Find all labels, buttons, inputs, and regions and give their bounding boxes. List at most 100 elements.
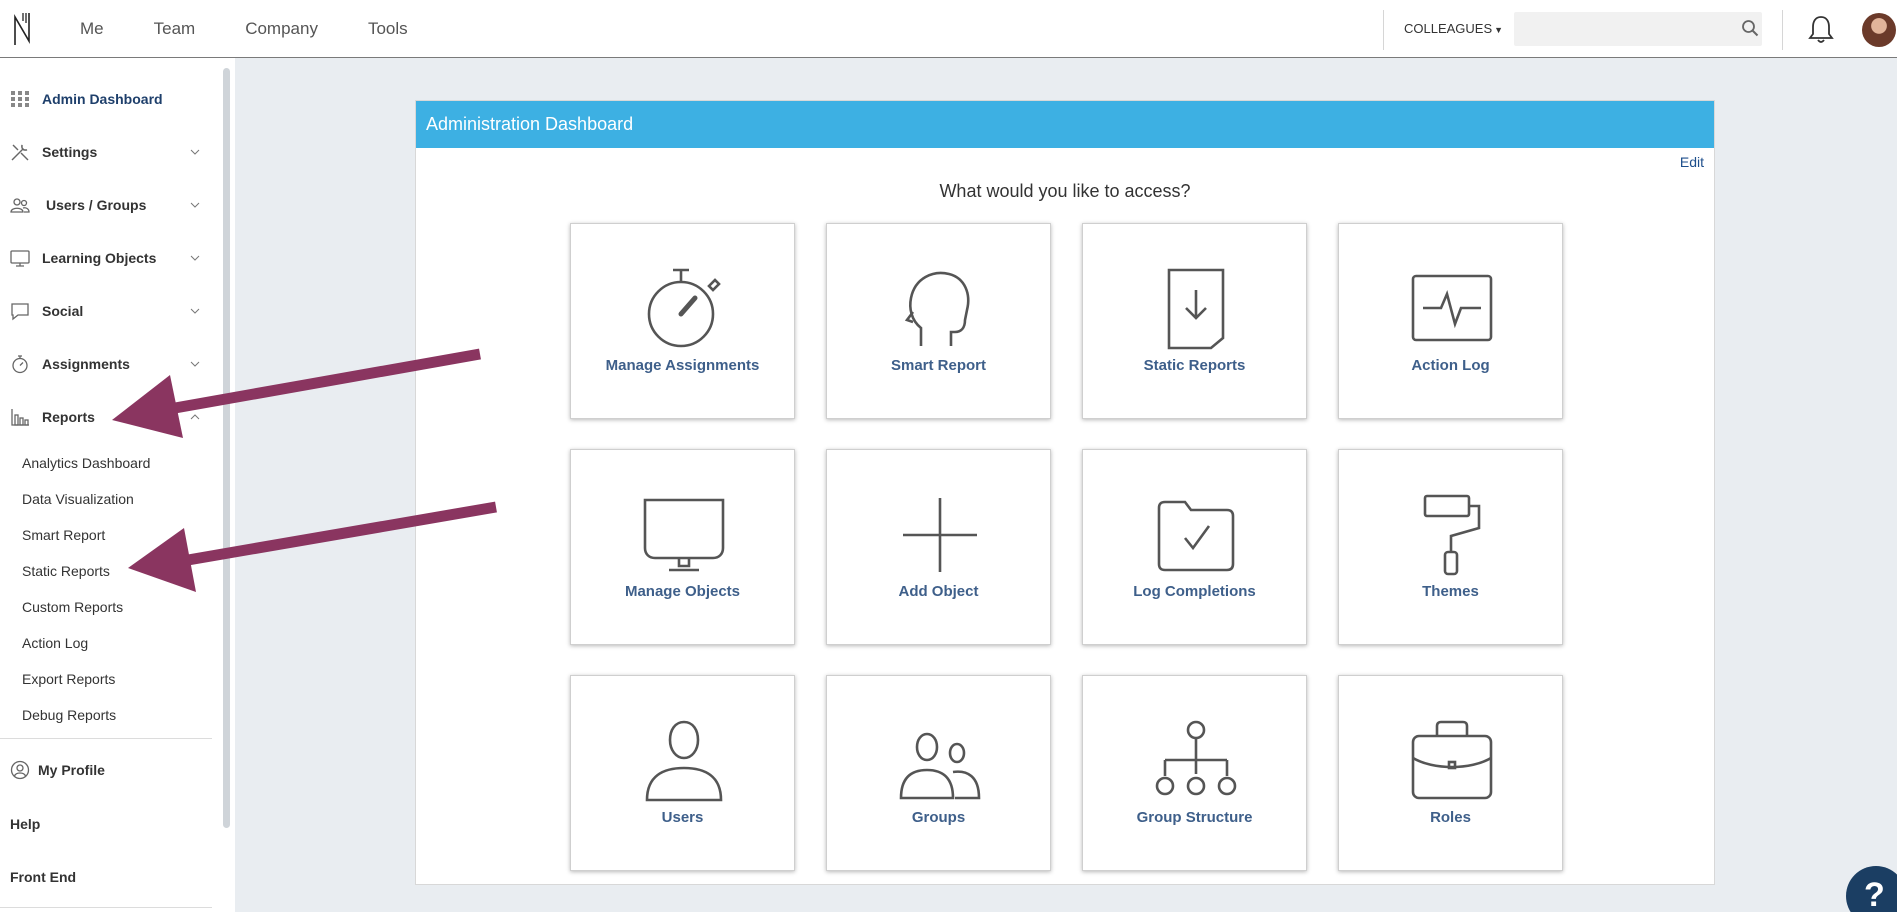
tile-users[interactable]: Users xyxy=(570,675,795,871)
edit-link[interactable]: Edit xyxy=(1680,154,1704,170)
sidebar-item-my-profile[interactable]: My Profile xyxy=(0,750,210,790)
stopwatch-icon xyxy=(647,268,721,348)
tools-icon xyxy=(11,144,29,161)
sidebar-item-label: My Profile xyxy=(38,762,105,778)
notification-bell-icon[interactable] xyxy=(1808,14,1834,44)
tile-label: Static Reports xyxy=(1143,357,1246,374)
sidebar-item-label: Learning Objects xyxy=(42,250,157,266)
chevron-down-icon xyxy=(190,308,200,314)
sidebar-item-reports[interactable]: Reports xyxy=(0,397,210,437)
topnav-me[interactable]: Me xyxy=(80,19,104,39)
tile-static-reports[interactable]: Static Reports xyxy=(1082,223,1307,419)
monitor-icon xyxy=(10,250,30,267)
sidebar: Admin Dashboard Settings Users / Groups … xyxy=(0,58,235,912)
users-icon xyxy=(10,198,30,213)
sidebar-item-label: Reports xyxy=(42,409,95,425)
chat-bubble-icon xyxy=(11,303,29,321)
sidebar-subitem-data-visualization[interactable]: Data Visualization xyxy=(22,491,134,507)
tile-groups[interactable]: Groups xyxy=(826,675,1051,871)
tile-action-log[interactable]: Action Log xyxy=(1338,223,1563,419)
tile-label: Themes xyxy=(1422,583,1479,600)
sidebar-item-assignments[interactable]: Assignments xyxy=(0,344,210,384)
sidebar-item-admin-dashboard[interactable]: Admin Dashboard xyxy=(0,79,210,119)
tile-label: Add Object xyxy=(898,583,979,600)
sidebar-item-label: Settings xyxy=(42,144,98,160)
sidebar-item-label: Assignments xyxy=(42,356,130,372)
users-icon xyxy=(899,732,981,800)
sidebar-item-label: Social xyxy=(42,303,84,319)
monitor-icon xyxy=(643,498,725,572)
folder-check-icon xyxy=(1157,500,1235,572)
panel-title: Administration Dashboard xyxy=(426,114,634,134)
colleagues-dropdown[interactable]: COLLEAGUES ▼ xyxy=(1404,21,1503,36)
sidebar-subitem-analytics-dashboard[interactable]: Analytics Dashboard xyxy=(22,455,150,471)
top-nav: Me Team Company Tools xyxy=(80,0,458,58)
sidebar-item-label: Admin Dashboard xyxy=(42,91,163,107)
sidebar-item-settings[interactable]: Settings xyxy=(0,132,210,172)
stopwatch-icon xyxy=(12,355,28,374)
topnav-team[interactable]: Team xyxy=(154,19,196,39)
sidebar-subitem-smart-report[interactable]: Smart Report xyxy=(22,527,105,543)
sidebar-item-label: Users / Groups xyxy=(46,197,147,213)
tile-label: Roles xyxy=(1430,809,1471,826)
access-question: What would you like to access? xyxy=(939,181,1191,201)
user-icon xyxy=(645,720,723,802)
tile-themes[interactable]: Themes xyxy=(1338,449,1563,645)
sidebar-subitem-debug-reports[interactable]: Debug Reports xyxy=(22,707,116,723)
caret-down-icon: ▼ xyxy=(1494,25,1504,35)
divider xyxy=(1782,10,1783,50)
top-bar: Me Team Company Tools COLLEAGUES ▼ xyxy=(0,0,1897,58)
search-input[interactable] xyxy=(1514,12,1762,46)
divider xyxy=(0,738,212,739)
divider xyxy=(0,907,212,908)
tile-manage-assignments[interactable]: Manage Assignments xyxy=(570,223,795,419)
bar-chart-icon xyxy=(11,409,29,426)
tile-group-structure[interactable]: Group Structure xyxy=(1082,675,1307,871)
tile-label: Manage Objects xyxy=(624,583,741,600)
sidebar-subitem-static-reports[interactable]: Static Reports xyxy=(22,563,110,579)
chevron-up-icon xyxy=(190,414,200,420)
sidebar-item-help[interactable]: Help xyxy=(10,816,40,832)
paint-roller-icon xyxy=(1423,494,1481,576)
tile-label: Action Log xyxy=(1411,357,1490,374)
chevron-down-icon xyxy=(190,255,200,261)
sidebar-item-social[interactable]: Social xyxy=(0,291,210,331)
hierarchy-icon xyxy=(1155,720,1237,796)
tile-label: Group Structure xyxy=(1136,809,1253,826)
briefcase-icon xyxy=(1411,720,1493,800)
tile-label: Smart Report xyxy=(890,357,987,374)
sidebar-subitem-action-log[interactable]: Action Log xyxy=(22,635,88,651)
colleagues-label: COLLEAGUES xyxy=(1404,21,1493,36)
sidebar-item-learning-objects[interactable]: Learning Objects xyxy=(0,238,210,278)
sidebar-subitem-custom-reports[interactable]: Custom Reports xyxy=(22,599,123,615)
user-circle-icon xyxy=(10,760,30,780)
tile-add-object[interactable]: Add Object xyxy=(826,449,1051,645)
app-logo[interactable] xyxy=(12,11,34,47)
document-download-icon xyxy=(1167,268,1225,350)
divider xyxy=(1383,10,1384,50)
search-icon[interactable] xyxy=(1741,19,1759,37)
tile-label: Manage Assignments xyxy=(605,357,760,374)
tile-label: Log Completions xyxy=(1133,583,1256,600)
sidebar-item-front-end[interactable]: Front End xyxy=(10,869,76,885)
topnav-company[interactable]: Company xyxy=(245,19,318,39)
topnav-tools[interactable]: Tools xyxy=(368,19,408,39)
admin-dashboard-panel: Administration Dashboard Edit What would… xyxy=(415,100,1715,885)
head-icon xyxy=(904,271,970,346)
tile-smart-report[interactable]: Smart Report xyxy=(826,223,1051,419)
tile-roles[interactable]: Roles xyxy=(1338,675,1563,871)
avatar[interactable] xyxy=(1862,13,1896,47)
sidebar-item-users-groups[interactable]: Users / Groups xyxy=(0,185,210,225)
tile-log-completions[interactable]: Log Completions xyxy=(1082,449,1307,645)
panel-header: Administration Dashboard xyxy=(416,101,1714,148)
tile-manage-objects[interactable]: Manage Objects xyxy=(570,449,795,645)
chevron-down-icon xyxy=(190,149,200,155)
sidebar-subitem-export-reports[interactable]: Export Reports xyxy=(22,671,115,687)
grid-icon xyxy=(11,91,29,107)
chevron-down-icon xyxy=(190,361,200,367)
sidebar-scrollbar[interactable] xyxy=(223,68,230,828)
plus-icon xyxy=(903,498,977,572)
tile-label: Groups xyxy=(911,809,966,826)
activity-monitor-icon xyxy=(1411,274,1493,342)
help-button[interactable]: ? xyxy=(1846,866,1897,912)
